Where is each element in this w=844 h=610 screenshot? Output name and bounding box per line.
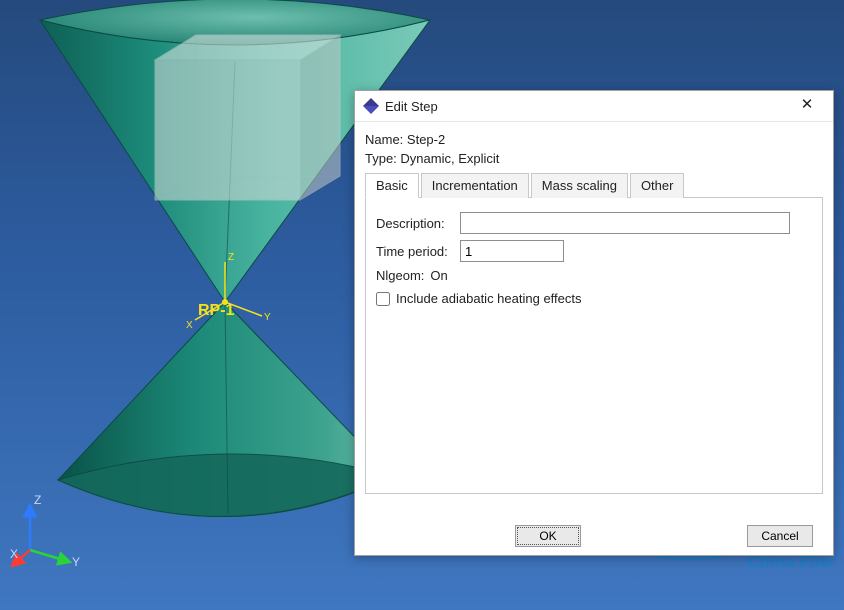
tab-strip: Basic Incrementation Mass scaling Other [365,172,823,198]
close-button[interactable]: ✕ [787,95,827,117]
nlgeom-label: Nlgeom: [376,268,424,283]
dialog-title: Edit Step [385,99,787,114]
type-row: Type: Dynamic, Explicit [365,151,823,166]
ok-button[interactable]: OK [515,525,581,547]
adiabatic-row[interactable]: Include adiabatic heating effects [376,291,812,306]
edit-step-dialog: Edit Step ✕ Name: Step-2 Type: Dynamic, … [354,90,834,556]
svg-text:Y: Y [264,312,271,323]
svg-text:Z: Z [228,252,234,263]
tab-basic-page: Description: Time period: Nlgeom: On Inc… [365,198,823,494]
close-icon: ✕ [801,96,814,113]
description-input[interactable] [460,212,790,234]
time-period-input[interactable] [460,240,564,262]
svg-text:X: X [186,320,193,331]
orientation-triad[interactable]: Z Y X [10,490,90,570]
time-period-label: Time period: [376,244,460,259]
cancel-button[interactable]: Cancel [747,525,813,547]
triad-y-label: Y [72,555,80,569]
type-value: Dynamic, Explicit [400,151,499,166]
name-label: Name: [365,132,403,147]
type-label: Type: [365,151,397,166]
watermark-main: China Flier [748,554,836,571]
app-icon [363,98,379,114]
nlgeom-value: On [430,268,447,283]
dialog-titlebar[interactable]: Edit Step ✕ [355,91,833,122]
adiabatic-checkbox[interactable] [376,292,390,306]
triad-z-label: Z [34,493,41,507]
adiabatic-label: Include adiabatic heating effects [396,291,582,306]
description-label: Description: [376,216,460,231]
tab-other[interactable]: Other [630,173,685,198]
name-value: Step-2 [407,132,445,147]
triad-x-label: X [10,547,18,561]
tab-incrementation[interactable]: Incrementation [421,173,529,198]
name-row: Name: Step-2 [365,132,823,147]
tab-basic[interactable]: Basic [365,173,419,198]
tab-mass-scaling[interactable]: Mass scaling [531,173,628,198]
